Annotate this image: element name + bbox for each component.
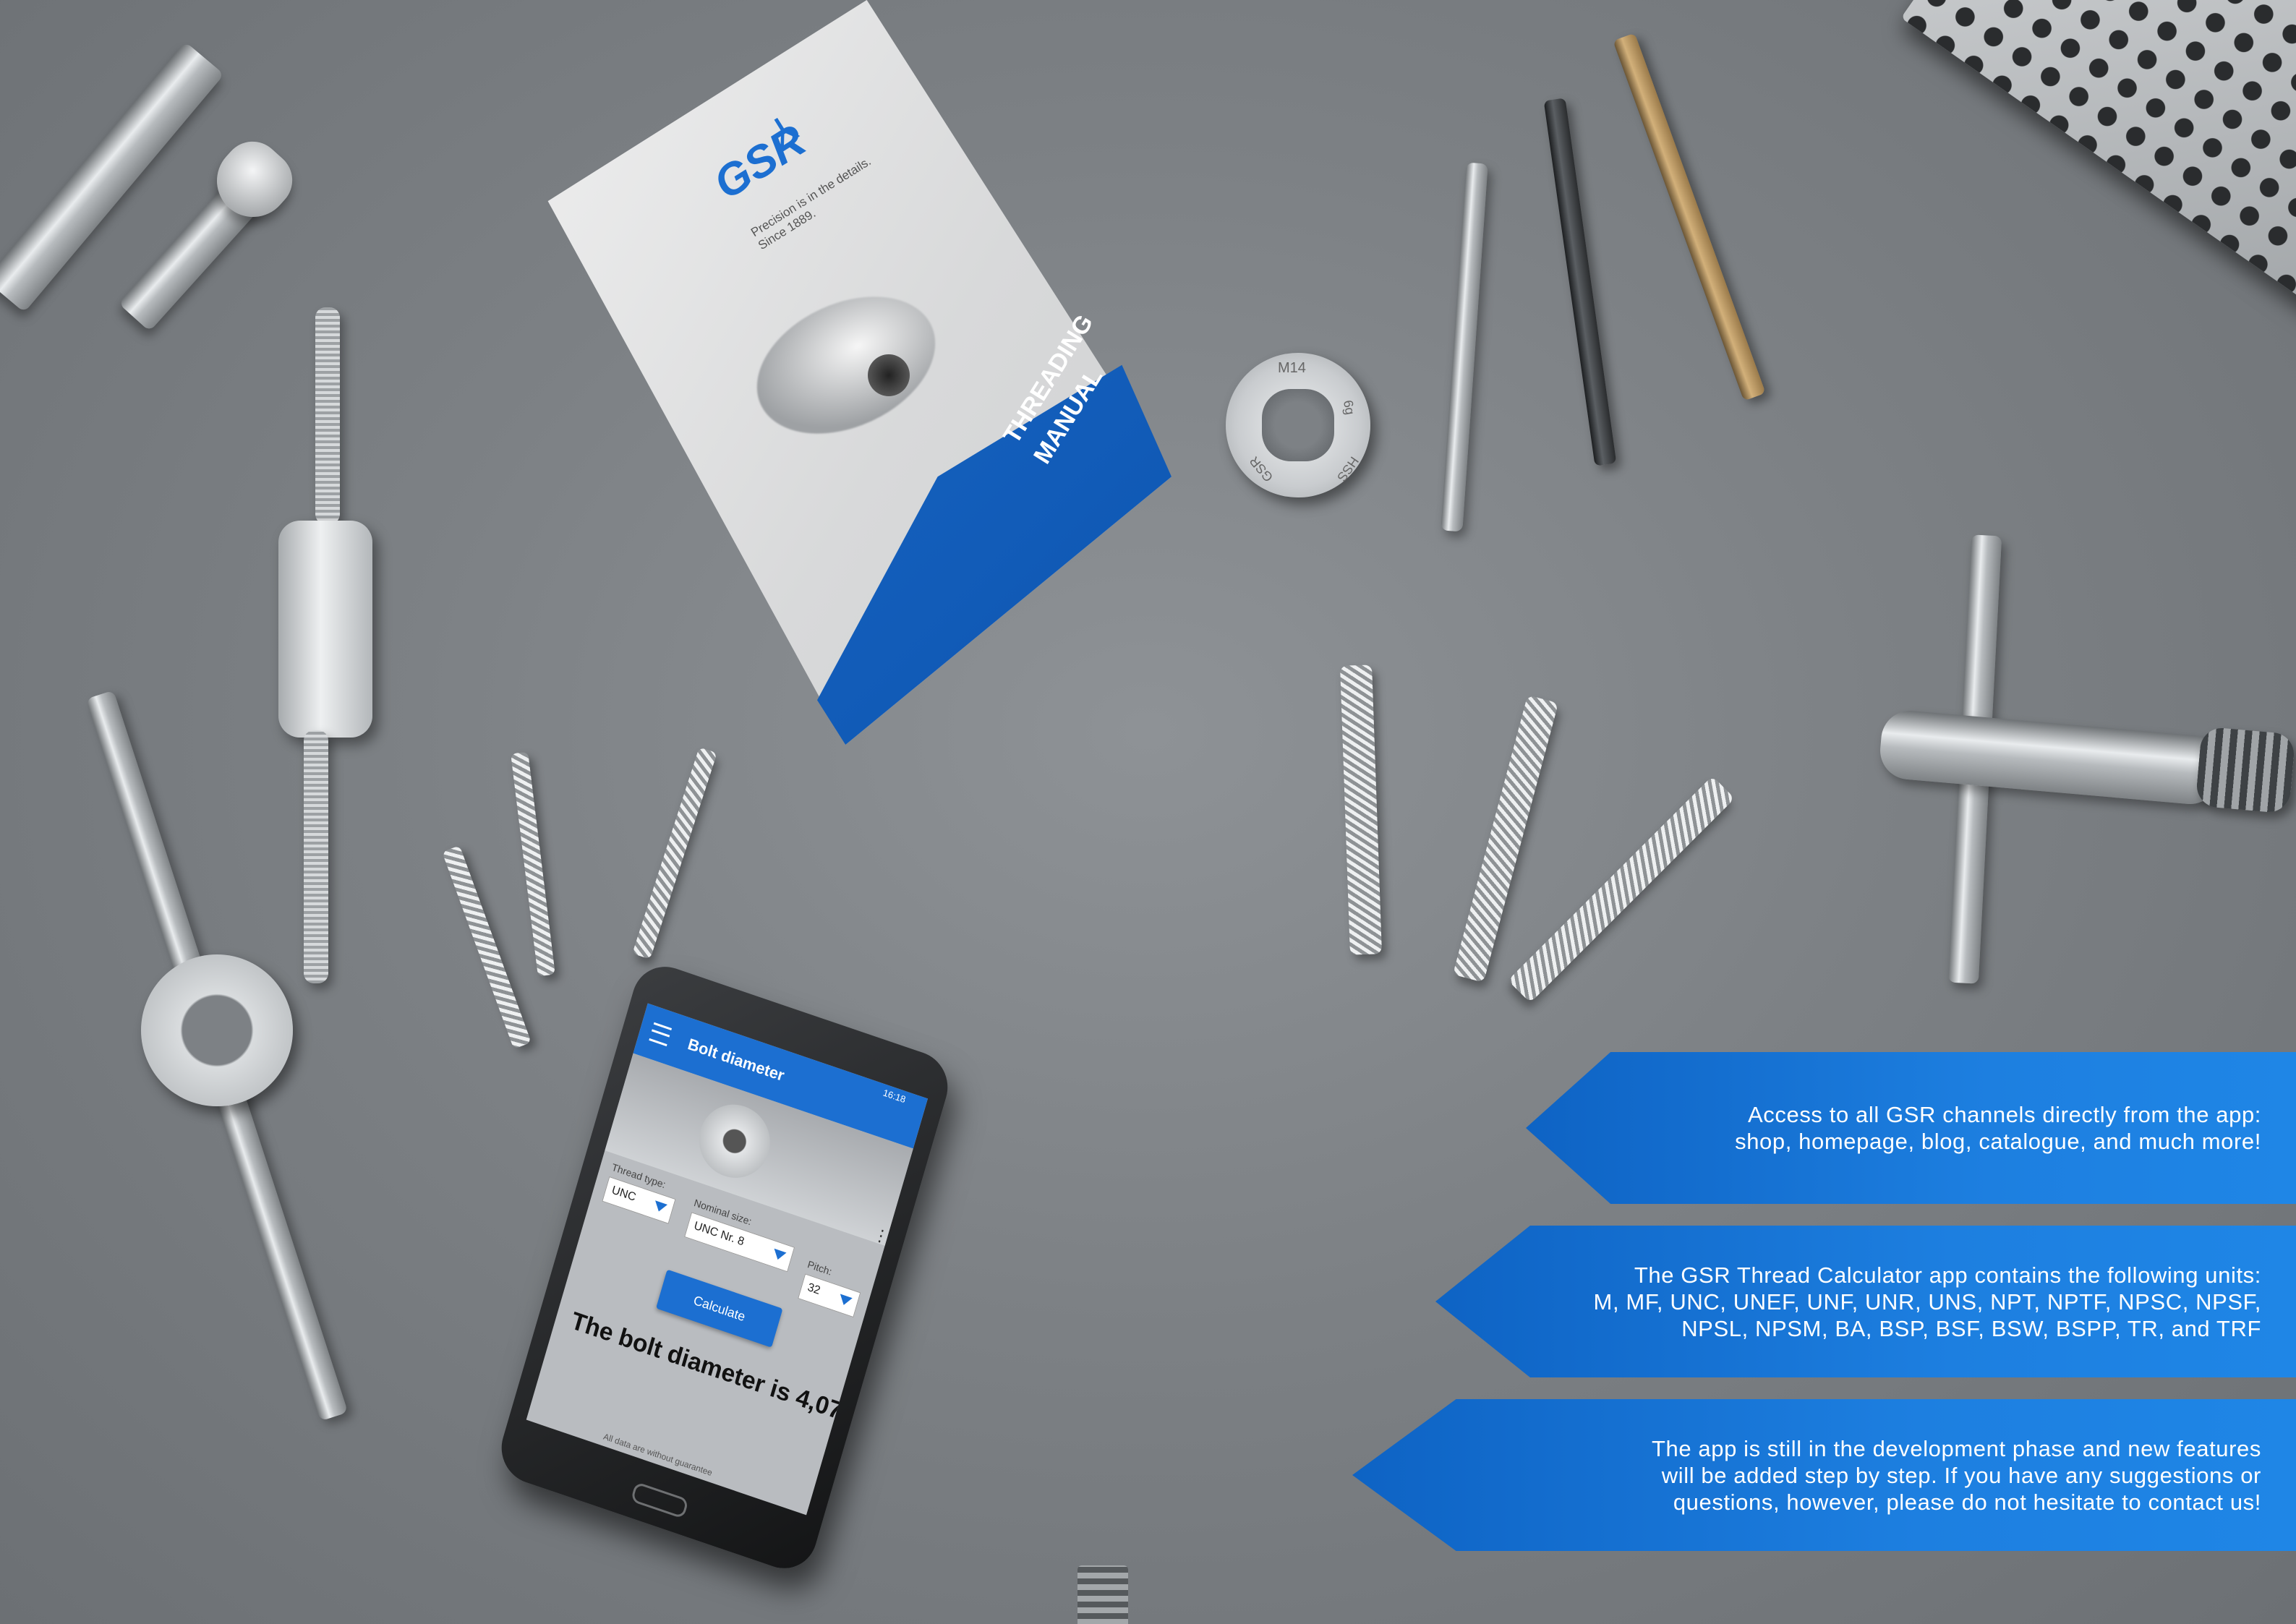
- workbench-scene: GSR ⅄ Precision is in the details. Since…: [0, 0, 2296, 1624]
- hero-die-icon: [690, 1095, 779, 1188]
- die-stock-ring: [141, 954, 293, 1106]
- hand-tap-2: [511, 751, 555, 977]
- die-marking-brand: GSR: [1246, 453, 1276, 485]
- round-die-m14: M14 6g HSS GSR: [1226, 353, 1370, 497]
- tap-wrench-handle-bottom: [304, 730, 328, 983]
- disclaimer-text: All data are without guarantee: [602, 1431, 714, 1479]
- t-wrench-knurl: [2195, 726, 2296, 814]
- thread-type-value: UNC: [610, 1184, 638, 1204]
- tap-wrench-body: [278, 521, 372, 738]
- banner-development-text: The app is still in the development phas…: [1652, 1399, 2261, 1551]
- banner-line: The app is still in the development phas…: [1651, 1435, 2261, 1461]
- nominal-size-value: UNC Nr. 8: [692, 1219, 746, 1249]
- app-screen: Bolt diameter 16:18 ⋮ Thread type: UNC N…: [526, 1003, 928, 1516]
- die-marking-tolerance: 6g: [1340, 398, 1358, 416]
- banner-units: The GSR Thread Calculator app contains t…: [1435, 1226, 2296, 1377]
- hand-tap-3: [632, 747, 717, 960]
- more-vertical-icon[interactable]: ⋮: [871, 1224, 892, 1247]
- smartphone-tilted-body: Bolt diameter 16:18 ⋮ Thread type: UNC N…: [385, 944, 1052, 1624]
- banner-line: shop, homepage, blog, catalogue, and muc…: [1735, 1129, 2261, 1154]
- status-time: 16:18: [882, 1087, 908, 1106]
- machine-tap-1: [1340, 664, 1382, 955]
- pitch-select[interactable]: 32: [798, 1273, 861, 1318]
- die-marking-material: HSS: [1334, 453, 1362, 484]
- banner-line: Access to all GSR channels directly from…: [1748, 1102, 2261, 1127]
- book-tap-hole: [868, 354, 910, 396]
- hamburger-icon[interactable]: [649, 1022, 673, 1047]
- smartphone: Bolt diameter 16:18 ⋮ Thread type: UNC N…: [493, 944, 1085, 1578]
- dropdown-arrow-icon: [771, 1248, 787, 1262]
- banner-line: M, MF, UNC, UNEF, UNF, UNR, UNS, NPT, NP…: [1593, 1288, 2261, 1315]
- tap-wrench-handle-top: [315, 307, 340, 524]
- banner-line: questions, however, please do not hesita…: [1673, 1489, 2261, 1515]
- banner-line: NPSL, NPSM, BA, BSP, BSF, BSW, BSPP, TR,…: [1681, 1315, 2261, 1341]
- pitch-label: Pitch:: [806, 1258, 834, 1278]
- drill-bit-gold: [1613, 33, 1766, 401]
- drill-bit-black: [1543, 98, 1617, 466]
- perforated-plate: [1900, 0, 2296, 342]
- banner-channels: Access to all GSR channels directly from…: [1526, 1052, 2296, 1204]
- die-marking-size: M14: [1278, 360, 1306, 376]
- banner-line: The GSR Thread Calculator app contains t…: [1634, 1262, 2261, 1288]
- machine-tap-3: [1508, 776, 1735, 1003]
- phone-frame: Bolt diameter 16:18 ⋮ Thread type: UNC N…: [493, 957, 956, 1578]
- machine-tap-2: [1452, 695, 1559, 983]
- home-button[interactable]: [630, 1482, 689, 1519]
- banner-development: The app is still in the development phas…: [1352, 1399, 2296, 1551]
- pitch-value: 32: [806, 1281, 822, 1297]
- dropdown-arrow-icon: [837, 1294, 853, 1307]
- banner-units-text: The GSR Thread Calculator app contains t…: [1594, 1226, 2261, 1377]
- calculate-button[interactable]: Calculate: [656, 1269, 783, 1348]
- threading-manual-book: GSR ⅄ Precision is in the details. Since…: [463, 0, 1172, 745]
- banner-line: will be added step by step. If you have …: [1661, 1462, 2261, 1488]
- dropdown-arrow-icon: [652, 1200, 668, 1214]
- drill-bit-silver: [1441, 162, 1488, 532]
- t-wrench-body: [1877, 708, 2223, 807]
- bolt-end: [1077, 1565, 1128, 1624]
- banner-channels-text: Access to all GSR channels directly from…: [1735, 1052, 2261, 1204]
- die-center-hole: [1262, 389, 1334, 461]
